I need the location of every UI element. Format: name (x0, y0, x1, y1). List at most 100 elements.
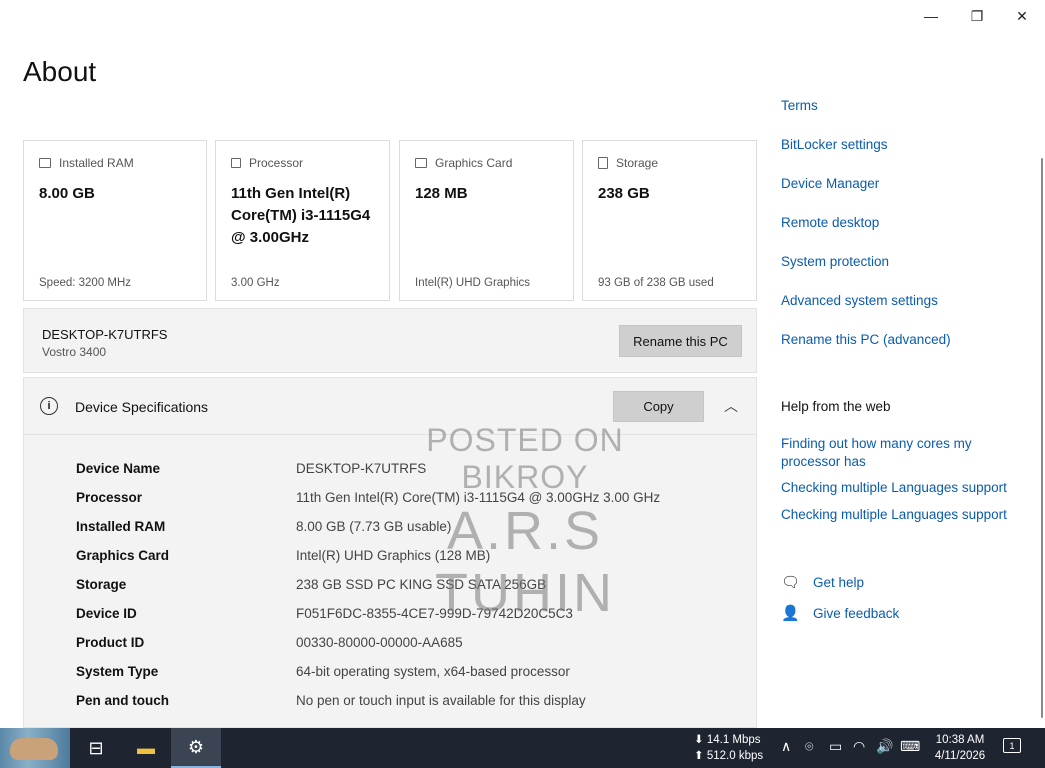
volume-icon[interactable]: 🔊 (876, 738, 893, 755)
link-text[interactable]: BitLocker settings (781, 137, 888, 152)
card-label: Graphics Card (435, 156, 513, 170)
card-value: 238 GB (598, 185, 650, 202)
link-text[interactable]: Rename this PC (advanced) (781, 332, 951, 347)
spec-key: Installed RAM (76, 519, 166, 534)
card-storage: Storage 238 GB 93 GB of 238 GB used (582, 140, 757, 301)
get-help-link[interactable]: Get help (813, 575, 864, 590)
battery-icon[interactable]: ▭ (829, 738, 842, 755)
help-link-languages-2[interactable]: Checking multiple Languages support (781, 507, 1007, 522)
device-icon[interactable]: ⌾ (805, 738, 813, 755)
scrollbar[interactable] (1041, 158, 1043, 718)
spec-key: System Type (76, 664, 159, 679)
keyboard-icon[interactable]: ⌨ (900, 738, 920, 755)
help-title: Help from the web (781, 399, 891, 414)
spec-value: 11th Gen Intel(R) Core(TM) i3-1115G4 @ 3… (296, 490, 661, 505)
spec-key: Device Name (76, 461, 161, 476)
close-button[interactable]: ✕ (999, 4, 1045, 28)
link-bitlocker[interactable]: BitLocker settings (781, 137, 888, 152)
card-footer: Speed: 3200 MHz (39, 277, 132, 289)
pc-model: Vostro 3400 (42, 345, 107, 359)
spec-value: Intel(R) UHD Graphics (128 MB) (296, 548, 491, 563)
link-text[interactable]: System protection (781, 254, 889, 269)
taskbar: ⊟ ▬ ⚙ ⬇ 14.1 Mbps ⬆ 512.0 kbps ∧ ⌾ ▭ ◠ 🔊… (0, 728, 1045, 768)
specs-header[interactable]: i Device Specifications Copy ︿ (24, 378, 756, 435)
help-link-languages[interactable]: Checking multiple Languages support (781, 480, 1007, 495)
link-advanced-system-settings[interactable]: Advanced system settings (781, 293, 938, 308)
link-system-protection[interactable]: System protection (781, 254, 889, 269)
card-footer: 3.00 GHz (231, 277, 280, 289)
spec-value: No pen or touch input is available for t… (296, 693, 586, 708)
notification-count: 1 (1009, 740, 1015, 751)
chevron-up-icon[interactable]: ︿ (724, 396, 738, 416)
file-explorer-icon[interactable]: ▬ (121, 728, 171, 768)
card-label: Installed RAM (59, 156, 134, 170)
spec-key: Storage (76, 577, 127, 592)
pc-name-panel: DESKTOP-K7UTRFS Vostro 3400 Rename this … (23, 308, 757, 373)
settings-window: — ❐ ✕ About Installed RAM 8.00 GB Speed:… (0, 0, 1045, 728)
link-text[interactable]: Device Manager (781, 176, 879, 191)
task-view-icon[interactable]: ⊟ (71, 728, 121, 768)
processor-icon (231, 158, 241, 168)
notifications-icon[interactable]: 1 (1003, 738, 1021, 753)
spec-value: F051F6DC-8355-4CE7-999D-79742D20C5C3 (296, 606, 573, 621)
spec-value: 238 GB SSD PC KING SSD SATA 256GB (296, 577, 547, 592)
card-footer: Intel(R) UHD Graphics (415, 277, 531, 289)
net-down: 14.1 Mbps (706, 734, 761, 746)
spec-value: DESKTOP-K7UTRFS (296, 461, 427, 476)
link-device-manager[interactable]: Device Manager (781, 176, 879, 191)
up-arrow-icon: ⬆ (694, 750, 704, 762)
link-text[interactable]: Terms (781, 98, 818, 113)
help-link-cores[interactable]: Finding out how many cores my processor … (781, 435, 1021, 471)
card-label: Storage (616, 156, 659, 170)
network-speed: ⬇ 14.1 Mbps ⬆ 512.0 kbps (694, 732, 763, 764)
storage-icon (598, 157, 608, 169)
link-text[interactable]: Checking multiple Languages support (781, 507, 1007, 522)
chevron-up-icon[interactable]: ∧ (781, 738, 791, 755)
spec-value: 64-bit operating system, x64-based proce… (296, 664, 570, 679)
pc-name: DESKTOP-K7UTRFS (42, 327, 168, 342)
card-footer: 93 GB of 238 GB used (598, 277, 714, 289)
clock-time: 10:38 AM (935, 734, 985, 746)
minimize-button[interactable]: — (908, 4, 954, 28)
card-processor: Processor 11th Gen Intel(R) Core(TM) i3-… (215, 140, 390, 301)
card-value: 8.00 GB (39, 185, 95, 202)
chat-help-icon: 🗨 (781, 574, 801, 591)
copy-button[interactable]: Copy (613, 391, 704, 422)
net-up: 512.0 kbps (706, 750, 764, 762)
link-remote-desktop[interactable]: Remote desktop (781, 215, 879, 230)
start-logo-icon (10, 738, 58, 760)
give-feedback-row[interactable]: 👤 Give feedback (781, 604, 899, 622)
card-graphics: Graphics Card 128 MB Intel(R) UHD Graphi… (399, 140, 574, 301)
give-feedback-link[interactable]: Give feedback (813, 606, 899, 621)
card-installed-ram: Installed RAM 8.00 GB Speed: 3200 MHz (23, 140, 207, 301)
link-text[interactable]: Advanced system settings (781, 293, 938, 308)
link-text[interactable]: Finding out how many cores my processor … (781, 435, 1021, 471)
spec-value: 8.00 GB (7.73 GB usable) (296, 519, 452, 534)
get-help-row[interactable]: 🗨 Get help (781, 573, 864, 591)
device-specifications-panel: i Device Specifications Copy ︿ Device Na… (23, 377, 757, 728)
graphics-card-icon (415, 158, 427, 168)
settings-gear-icon[interactable]: ⚙ (171, 728, 221, 768)
link-terms[interactable]: Terms (781, 98, 818, 113)
specs-title: Device Specifications (75, 399, 209, 415)
start-button[interactable] (0, 728, 70, 768)
spec-value: 00330-80000-00000-AA685 (296, 635, 463, 650)
link-rename-pc-advanced[interactable]: Rename this PC (advanced) (781, 332, 951, 347)
wifi-icon[interactable]: ◠ (853, 738, 865, 755)
ram-icon (39, 158, 51, 168)
feedback-person-icon: 👤 (781, 605, 800, 622)
restore-button[interactable]: ❐ (954, 4, 1000, 28)
link-text[interactable]: Remote desktop (781, 215, 879, 230)
spec-key: Product ID (76, 635, 145, 650)
rename-pc-button[interactable]: Rename this PC (619, 325, 742, 357)
down-arrow-icon: ⬇ (694, 734, 704, 746)
spec-key: Graphics Card (76, 548, 170, 563)
clock[interactable]: 10:38 AM 4/11/2026 (930, 732, 990, 764)
link-text[interactable]: Checking multiple Languages support (781, 480, 1007, 495)
card-value: 128 MB (415, 185, 468, 202)
spec-key: Pen and touch (76, 693, 170, 708)
info-icon: i (40, 397, 58, 415)
spec-key: Device ID (76, 606, 137, 621)
clock-date: 4/11/2026 (934, 750, 986, 762)
card-label: Processor (249, 156, 304, 170)
